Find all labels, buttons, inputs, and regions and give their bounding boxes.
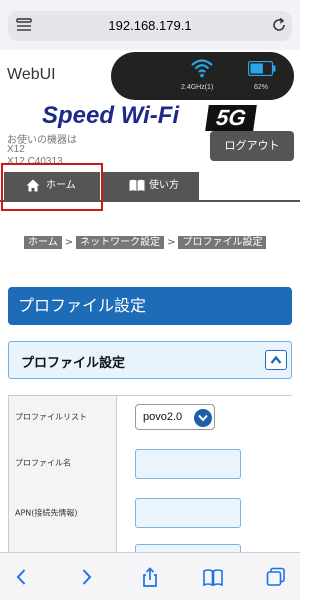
collapse-button[interactable] — [265, 350, 287, 370]
highlight-annotation — [1, 163, 103, 211]
browser-toolbar — [0, 552, 300, 600]
tab-how-to-use[interactable]: 使い方 — [103, 172, 199, 200]
battery-icon — [248, 61, 276, 76]
row-value — [117, 438, 293, 487]
breadcrumb-separator: > — [167, 237, 176, 248]
brand-title: WebUI — [7, 66, 56, 83]
page-title: プロファイル設定 — [8, 287, 292, 325]
row-value — [117, 487, 293, 538]
share-icon[interactable] — [140, 567, 160, 587]
form-row-profile-name: プロファイル名 — [8, 438, 293, 488]
breadcrumb-item-network-settings[interactable]: ネットワーク設定 — [76, 236, 165, 249]
profile-name-input[interactable] — [135, 449, 241, 479]
chevron-down-icon — [194, 409, 212, 427]
logout-button[interactable]: ログアウト — [210, 131, 294, 161]
reload-icon[interactable] — [271, 17, 287, 33]
breadcrumb: ホーム > ネットワーク設定 > プロファイル設定 — [24, 234, 286, 251]
tabs-icon[interactable] — [266, 567, 286, 587]
book-icon — [129, 179, 145, 191]
wifi-icon — [191, 59, 213, 78]
product-logo-text: Speed Wi-Fi — [42, 102, 180, 129]
breadcrumb-separator: > — [64, 237, 74, 248]
breadcrumb-item-home[interactable]: ホーム — [24, 236, 62, 249]
device-model: X12 — [7, 144, 25, 155]
wifi-band-text: 2.4GHz(1) — [181, 84, 214, 91]
profile-list-select[interactable]: povo2.0 — [135, 404, 215, 430]
select-value: povo2.0 — [143, 411, 183, 423]
device-id: X12 C40313 — [7, 156, 63, 163]
chevron-up-icon — [270, 355, 282, 364]
form-row-profile-list: プロファイルリスト povo2.0 — [8, 395, 293, 439]
row-label: プロファイル名 — [9, 438, 117, 487]
section-title: プロファイル設定 — [21, 356, 126, 371]
row-label: プロファイルリスト — [9, 396, 117, 438]
row-value: povo2.0 — [117, 396, 293, 438]
row-label: APN(接続先情報) — [9, 487, 117, 538]
section-header: プロファイル設定 — [8, 341, 292, 379]
product-logo-badge: 5G — [205, 105, 257, 131]
tab-how-to-use-label: 使い方 — [149, 180, 179, 191]
breadcrumb-item-profile-settings: プロファイル設定 — [178, 236, 267, 249]
form-row-apn: APN(接続先情報) — [8, 487, 293, 539]
forward-icon[interactable] — [76, 567, 96, 587]
bookmarks-icon[interactable] — [203, 567, 223, 587]
url-text[interactable]: 192.168.179.1 — [0, 18, 300, 33]
apn-input[interactable] — [135, 498, 241, 528]
back-icon[interactable] — [12, 567, 32, 587]
battery-percent-text: 62% — [254, 84, 269, 91]
